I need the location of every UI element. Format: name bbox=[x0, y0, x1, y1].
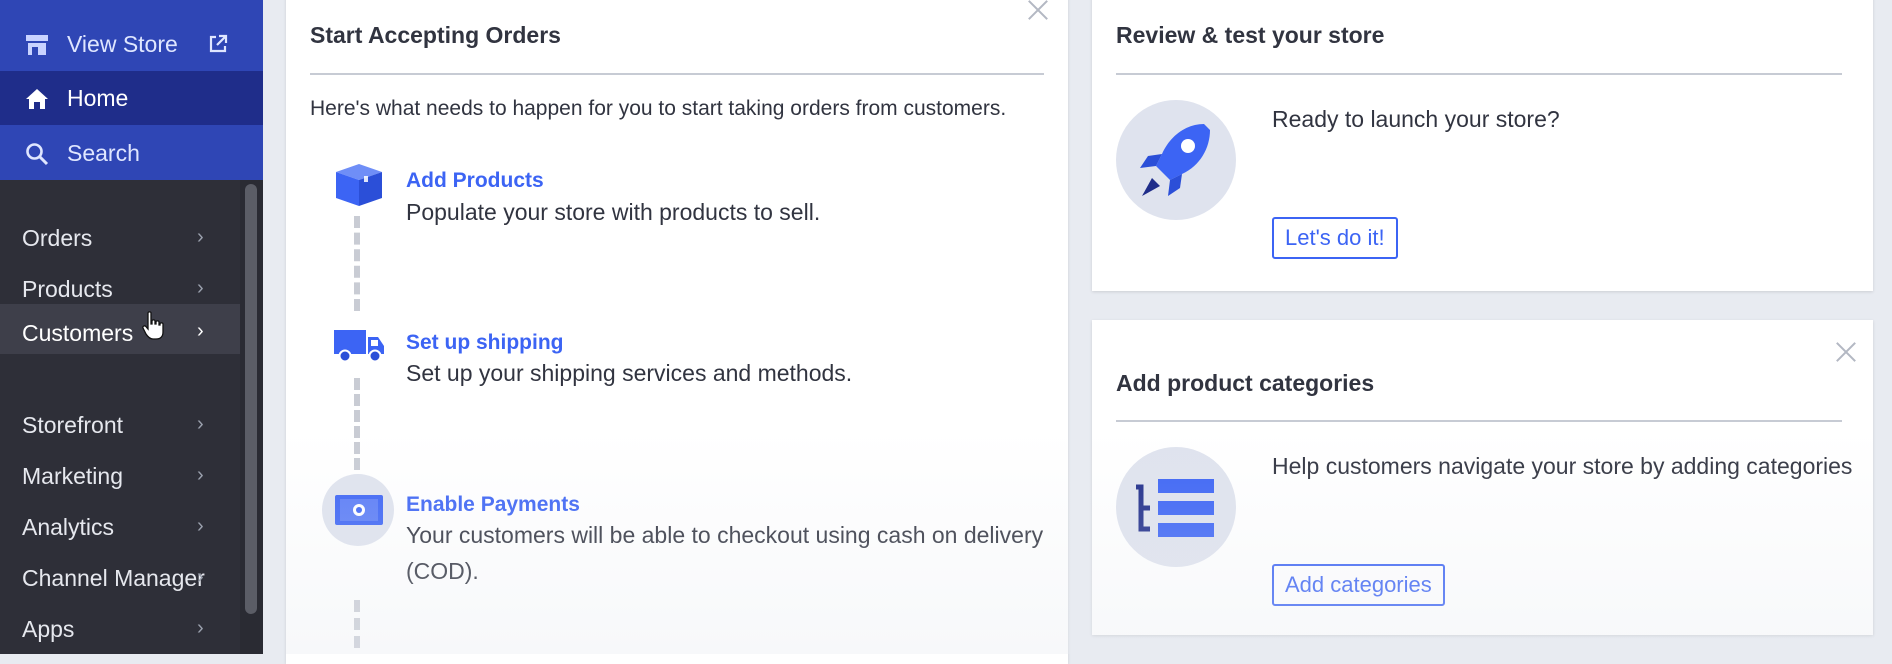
sidebar-scrollbar-thumb[interactable] bbox=[245, 184, 257, 614]
rocket-icon bbox=[1140, 124, 1210, 196]
chevron-right-icon: › bbox=[197, 320, 204, 342]
sidebar-item-label: Analytics bbox=[22, 514, 115, 540]
home-link[interactable]: Home bbox=[0, 71, 263, 125]
close-icon[interactable] bbox=[1834, 340, 1858, 364]
step-desc-enable-payments-line2: (COD). bbox=[406, 558, 479, 584]
home-icon bbox=[26, 89, 48, 109]
store-icon bbox=[26, 35, 48, 55]
sidebar-item-label: Channel Manager bbox=[22, 565, 205, 591]
step-desc-add-products: Populate your store with products to sel… bbox=[406, 199, 821, 225]
sidebar-item-label: Apps bbox=[22, 616, 75, 642]
close-icon[interactable] bbox=[1026, 0, 1050, 22]
sidebar-item-label: Marketing bbox=[22, 463, 123, 489]
sidebar-item-orders[interactable]: Orders › bbox=[0, 213, 240, 263]
truck-icon bbox=[334, 330, 384, 363]
step-connector bbox=[354, 216, 366, 311]
sidebar-item-storefront[interactable]: Storefront › bbox=[0, 400, 240, 450]
card-title: Add product categories bbox=[1116, 370, 1375, 396]
add-product-categories-card: Add product categories Help customers na… bbox=[1092, 320, 1873, 635]
sidebar-item-label: Storefront bbox=[22, 412, 123, 438]
step-title-enable-payments[interactable]: Enable Payments bbox=[406, 493, 580, 517]
card-title: Review & test your store bbox=[1116, 22, 1385, 48]
search-link[interactable]: Search bbox=[0, 126, 263, 180]
review-test-store-card: Review & test your store Ready to launch… bbox=[1092, 0, 1873, 291]
cash-icon bbox=[335, 495, 383, 525]
home-label: Home bbox=[67, 85, 129, 111]
card-title: Start Accepting Orders bbox=[310, 22, 561, 48]
chevron-right-icon: › bbox=[197, 464, 204, 486]
categories-text: Help customers navigate your store by ad… bbox=[1272, 453, 1853, 479]
card-intro-text: Here's what needs to happen for you to s… bbox=[310, 97, 1007, 120]
step-title-set-up-shipping[interactable]: Set up shipping bbox=[406, 331, 564, 355]
chevron-right-icon: › bbox=[197, 277, 204, 299]
sidebar-item-apps[interactable]: Apps › bbox=[0, 604, 240, 654]
step-title-add-products[interactable]: Add Products bbox=[406, 169, 544, 193]
search-icon bbox=[26, 143, 49, 166]
category-list-icon bbox=[1136, 479, 1214, 537]
step-connector bbox=[354, 378, 366, 470]
top-navigation: View Store Home Search bbox=[0, 0, 263, 180]
card-divider bbox=[310, 73, 1044, 75]
step-desc-set-up-shipping: Set up your shipping services and method… bbox=[406, 360, 853, 386]
external-link-icon bbox=[209, 34, 228, 53]
start-accepting-orders-card: Start Accepting Orders Here's what needs… bbox=[286, 0, 1068, 664]
sidebar-item-channel-manager[interactable]: Channel Manager › bbox=[0, 553, 240, 603]
search-label: Search bbox=[67, 140, 140, 166]
view-store-link[interactable]: View Store bbox=[0, 17, 263, 71]
card-divider bbox=[1116, 73, 1842, 75]
view-store-label: View Store bbox=[67, 31, 178, 57]
sidebar-item-marketing[interactable]: Marketing › bbox=[0, 451, 240, 501]
chevron-right-icon: › bbox=[197, 413, 204, 435]
step-connector bbox=[354, 600, 366, 648]
sidebar-item-customers[interactable]: Customers › bbox=[0, 304, 240, 354]
review-text: Ready to launch your store? bbox=[1272, 106, 1560, 132]
sidebar-item-label: Products bbox=[22, 276, 113, 302]
chevron-right-icon: › bbox=[197, 226, 204, 248]
hand-cursor-icon bbox=[142, 311, 164, 340]
chevron-right-icon: › bbox=[197, 566, 204, 588]
step-desc-enable-payments-line1: Your customers will be able to checkout … bbox=[406, 522, 1044, 548]
sidebar-item-analytics[interactable]: Analytics › bbox=[0, 502, 240, 552]
lets-do-it-button[interactable]: Let's do it! bbox=[1272, 217, 1398, 259]
sidebar: View Store Home Search Orders › Products… bbox=[0, 0, 263, 654]
sidebar-item-label: Orders bbox=[22, 225, 93, 251]
chevron-right-icon: › bbox=[197, 617, 204, 639]
chevron-right-icon: › bbox=[197, 515, 204, 537]
add-categories-button[interactable]: Add categories bbox=[1272, 564, 1445, 606]
box-icon bbox=[336, 164, 382, 206]
sidebar-item-label: Customers bbox=[22, 320, 134, 346]
card-divider bbox=[1116, 420, 1842, 422]
